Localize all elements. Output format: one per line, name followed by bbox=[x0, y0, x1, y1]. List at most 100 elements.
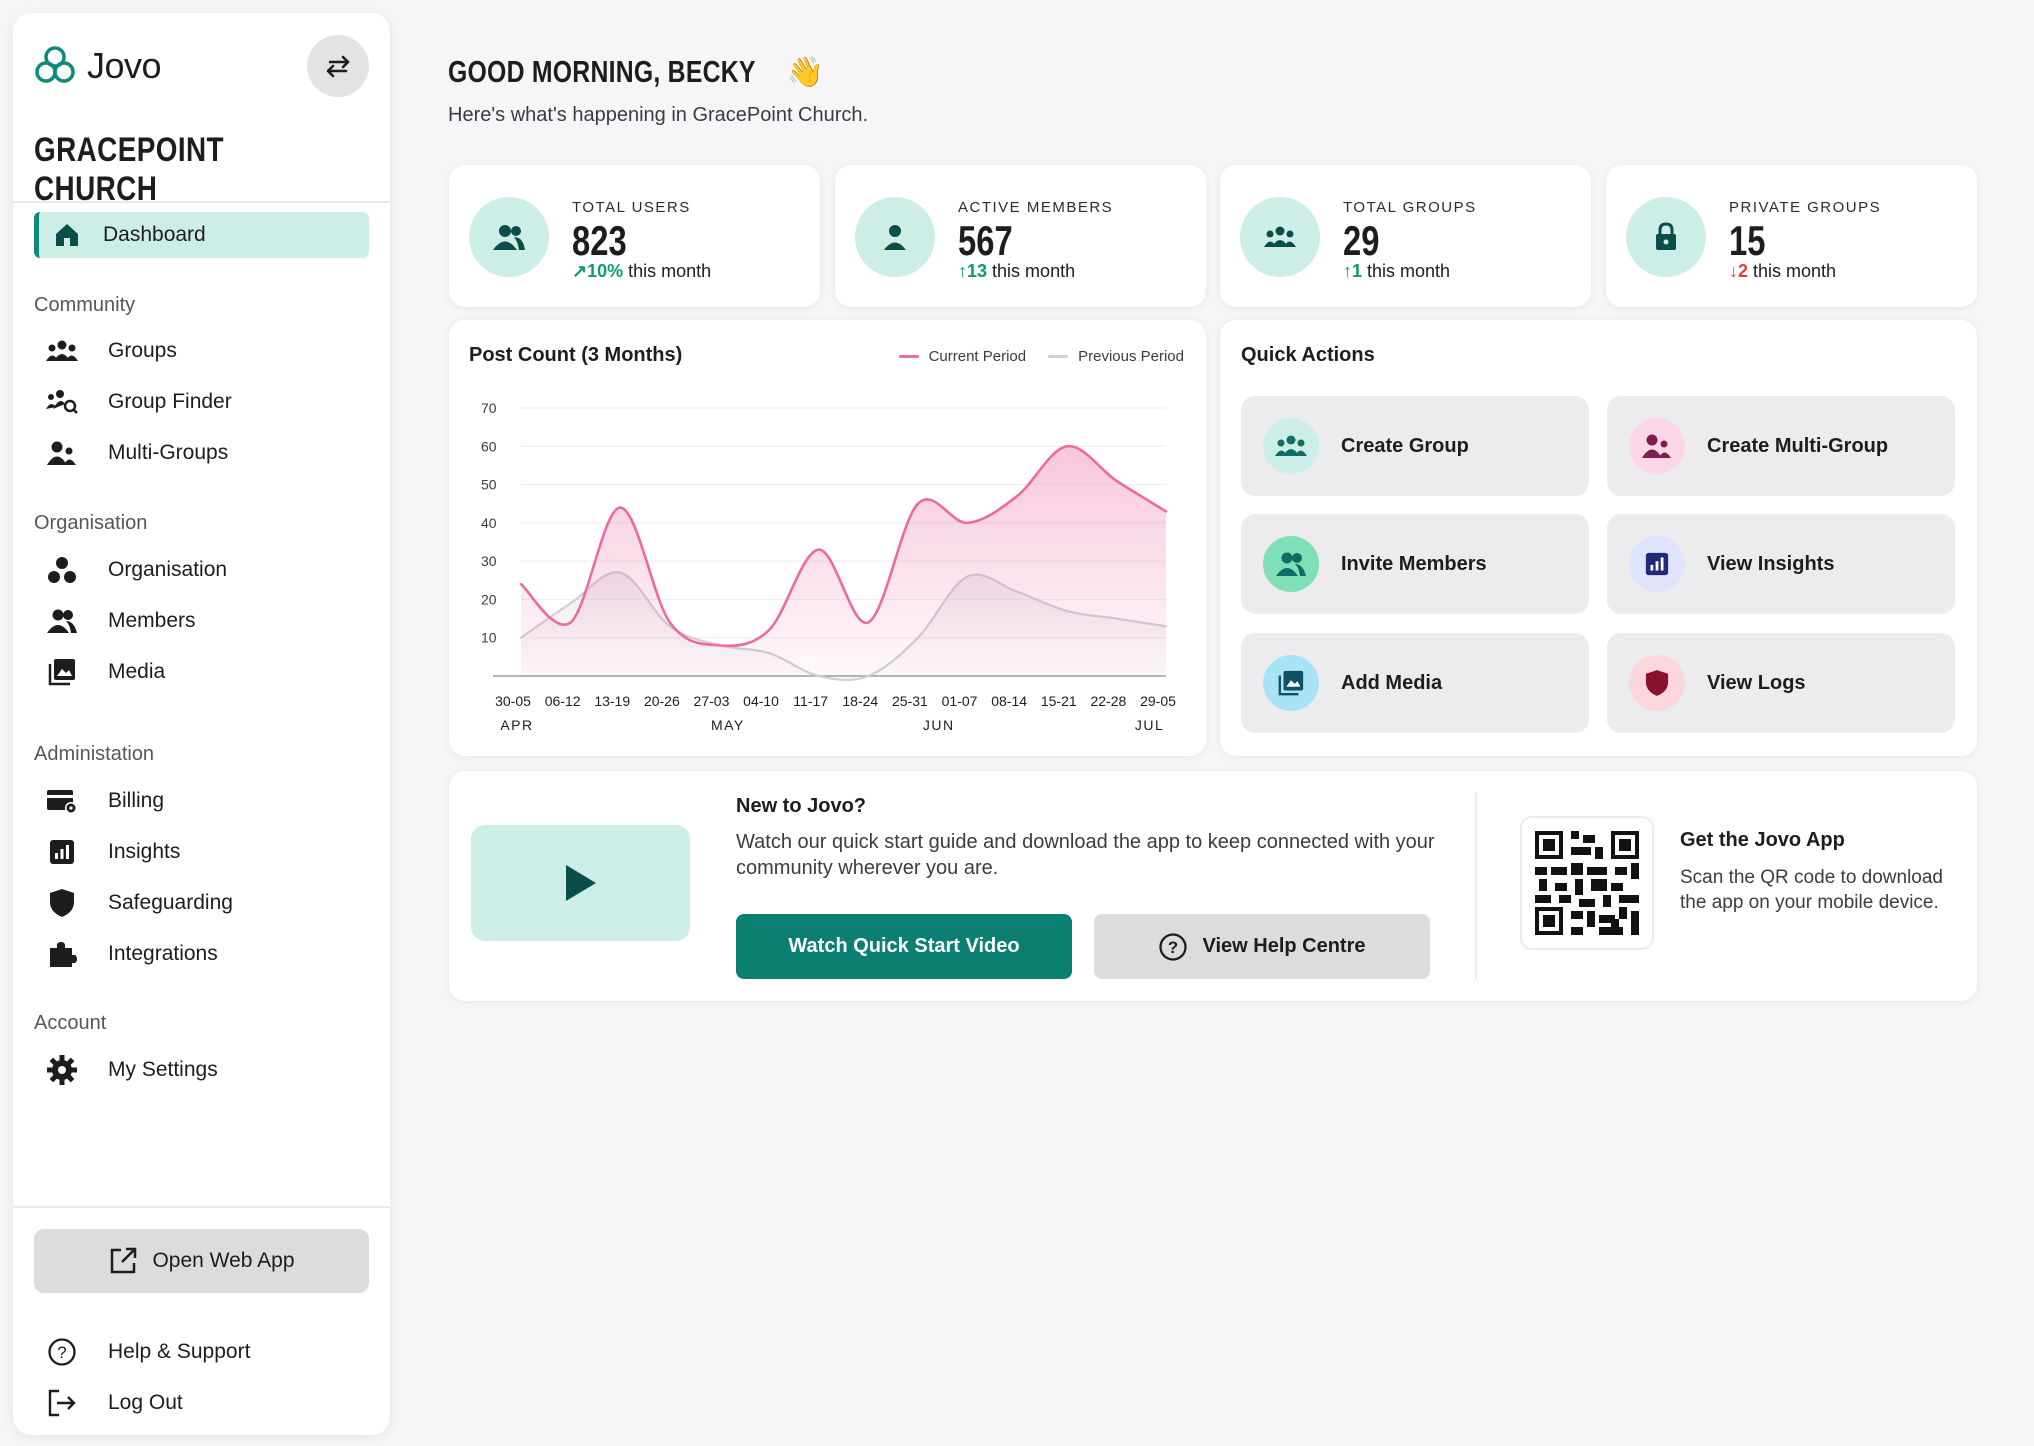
media-icon bbox=[46, 656, 78, 688]
person-icon bbox=[855, 197, 935, 277]
stat-card-active-members[interactable]: ACTIVE MEMBERS 567 ↑13 this month bbox=[835, 165, 1206, 307]
sidebar-item-group-finder[interactable]: Group Finder bbox=[46, 382, 232, 422]
sidebar-item-members[interactable]: Members bbox=[46, 601, 196, 641]
help-support-label: Help & Support bbox=[108, 1340, 251, 1363]
switch-org-button[interactable] bbox=[307, 35, 369, 97]
insights-icon bbox=[1629, 536, 1685, 592]
view-help-centre-label: View Help Centre bbox=[1202, 935, 1366, 957]
app-body: Scan the QR code to download the app on … bbox=[1680, 867, 1944, 913]
quick-action-label: Create Group bbox=[1341, 434, 1469, 457]
sidebar: Jovo GRACEPOINT CHURCH Dashboard Communi… bbox=[13, 13, 390, 1435]
onboarding-title: New to Jovo? bbox=[736, 795, 867, 817]
groups-icon bbox=[46, 335, 78, 367]
section-organisation: Organisation bbox=[34, 512, 148, 534]
delta-suffix: this month bbox=[628, 261, 712, 281]
x-tick-label: 01-07 bbox=[942, 693, 978, 709]
sidebar-item-label: Multi-Groups bbox=[108, 441, 229, 464]
month-label: JUL bbox=[1135, 717, 1164, 733]
month-label: JUN bbox=[923, 717, 955, 733]
sidebar-item-dashboard[interactable]: Dashboard bbox=[34, 212, 369, 258]
sidebar-item-billing[interactable]: Billing bbox=[46, 781, 164, 821]
x-tick-label: 20-26 bbox=[644, 693, 680, 709]
media-icon bbox=[1263, 655, 1319, 711]
create-group-button[interactable]: Create Group bbox=[1241, 396, 1589, 496]
stat-label: PRIVATE GROUPS bbox=[1729, 199, 1882, 216]
y-tick-label: 60 bbox=[481, 438, 497, 454]
sidebar-item-label: Media bbox=[108, 660, 166, 683]
month-label: APR bbox=[500, 717, 533, 733]
svg-text:?: ? bbox=[57, 1343, 66, 1362]
x-tick-label: 27-03 bbox=[694, 693, 730, 709]
logout-icon bbox=[46, 1387, 78, 1419]
stat-label: TOTAL GROUPS bbox=[1343, 199, 1477, 216]
sidebar-item-label: Integrations bbox=[108, 942, 218, 965]
create-multi-group-button[interactable]: Create Multi-Group bbox=[1607, 396, 1955, 496]
sidebar-item-my-settings[interactable]: My Settings bbox=[46, 1050, 218, 1090]
add-media-button[interactable]: Add Media bbox=[1241, 633, 1589, 733]
arrow-up-icon: ↑ bbox=[1343, 261, 1352, 281]
sidebar-item-integrations[interactable]: Integrations bbox=[46, 934, 218, 974]
org-name: GRACEPOINT CHURCH bbox=[34, 131, 224, 208]
stat-label: ACTIVE MEMBERS bbox=[958, 199, 1114, 216]
shield-icon bbox=[1629, 655, 1685, 711]
sidebar-item-label: Groups bbox=[108, 339, 177, 362]
log-out-link[interactable]: Log Out bbox=[46, 1383, 183, 1423]
stat-card-total-users[interactable]: TOTAL USERS 823 ↗10% this month bbox=[449, 165, 820, 307]
billing-icon bbox=[46, 785, 78, 817]
section-community: Community bbox=[34, 294, 136, 316]
stat-delta: ↗10% this month bbox=[572, 261, 711, 282]
y-tick-label: 40 bbox=[481, 515, 497, 531]
section-administration: Administation bbox=[34, 743, 155, 765]
help-support-link[interactable]: ? Help & Support bbox=[46, 1332, 250, 1372]
stat-card-private-groups[interactable]: PRIVATE GROUPS 15 ↓2 this month bbox=[1606, 165, 1977, 307]
view-help-centre-button[interactable]: ? View Help Centre bbox=[1094, 914, 1430, 979]
y-tick-label: 20 bbox=[481, 591, 497, 607]
divider bbox=[13, 201, 390, 203]
groups-icon bbox=[1240, 197, 1320, 277]
sidebar-item-label: Members bbox=[108, 609, 196, 632]
stat-delta: ↓2 this month bbox=[1729, 261, 1836, 282]
play-icon bbox=[565, 865, 596, 901]
sidebar-item-media[interactable]: Media bbox=[46, 652, 165, 692]
video-thumbnail[interactable] bbox=[471, 825, 690, 941]
x-tick-label: 18-24 bbox=[842, 693, 878, 709]
brand-logo[interactable]: Jovo bbox=[33, 43, 162, 89]
sidebar-item-label: Group Finder bbox=[108, 390, 232, 413]
invite-members-button[interactable]: Invite Members bbox=[1241, 514, 1589, 614]
insights-icon bbox=[46, 836, 78, 868]
view-logs-button[interactable]: View Logs bbox=[1607, 633, 1955, 733]
organisation-icon bbox=[46, 554, 78, 586]
sidebar-item-label: My Settings bbox=[108, 1058, 218, 1081]
x-tick-label: 30-05 bbox=[495, 693, 531, 709]
stat-value: 29 bbox=[1343, 217, 1380, 264]
log-out-label: Log Out bbox=[108, 1391, 183, 1414]
members-icon bbox=[46, 605, 78, 637]
quick-action-label: View Insights bbox=[1707, 552, 1835, 575]
x-tick-label: 25-31 bbox=[892, 693, 928, 709]
wave-emoji-icon: 👋 bbox=[786, 55, 824, 89]
y-tick-label: 30 bbox=[481, 553, 497, 569]
arrow-down-icon: ↓ bbox=[1729, 261, 1738, 281]
y-tick-label: 70 bbox=[481, 400, 497, 416]
groups-icon bbox=[1263, 418, 1319, 474]
external-link-icon bbox=[111, 1247, 137, 1274]
qr-code-icon bbox=[1535, 831, 1639, 935]
stat-delta: ↑1 this month bbox=[1343, 261, 1450, 282]
home-icon bbox=[56, 224, 78, 246]
sidebar-item-multi-groups[interactable]: Multi-Groups bbox=[46, 433, 228, 473]
sidebar-item-groups[interactable]: Groups bbox=[46, 331, 177, 371]
stat-card-total-groups[interactable]: TOTAL GROUPS 29 ↑1 this month bbox=[1220, 165, 1591, 307]
delta-suffix: this month bbox=[992, 261, 1076, 281]
sidebar-item-safeguarding[interactable]: Safeguarding bbox=[46, 883, 233, 923]
sidebar-item-insights[interactable]: Insights bbox=[46, 832, 180, 872]
multi-group-icon bbox=[46, 437, 78, 469]
x-tick-label: 08-14 bbox=[991, 693, 1027, 709]
delta-value: 10% bbox=[587, 261, 624, 281]
arrow-up-icon: ↗ bbox=[572, 261, 588, 281]
sidebar-item-label: Safeguarding bbox=[108, 891, 233, 914]
watch-quick-start-button[interactable]: Watch Quick Start Video bbox=[736, 914, 1072, 979]
qr-code bbox=[1520, 816, 1654, 950]
sidebar-item-organisation[interactable]: Organisation bbox=[46, 550, 227, 590]
view-insights-button[interactable]: View Insights bbox=[1607, 514, 1955, 614]
open-web-app-button[interactable]: Open Web App bbox=[34, 1229, 369, 1293]
